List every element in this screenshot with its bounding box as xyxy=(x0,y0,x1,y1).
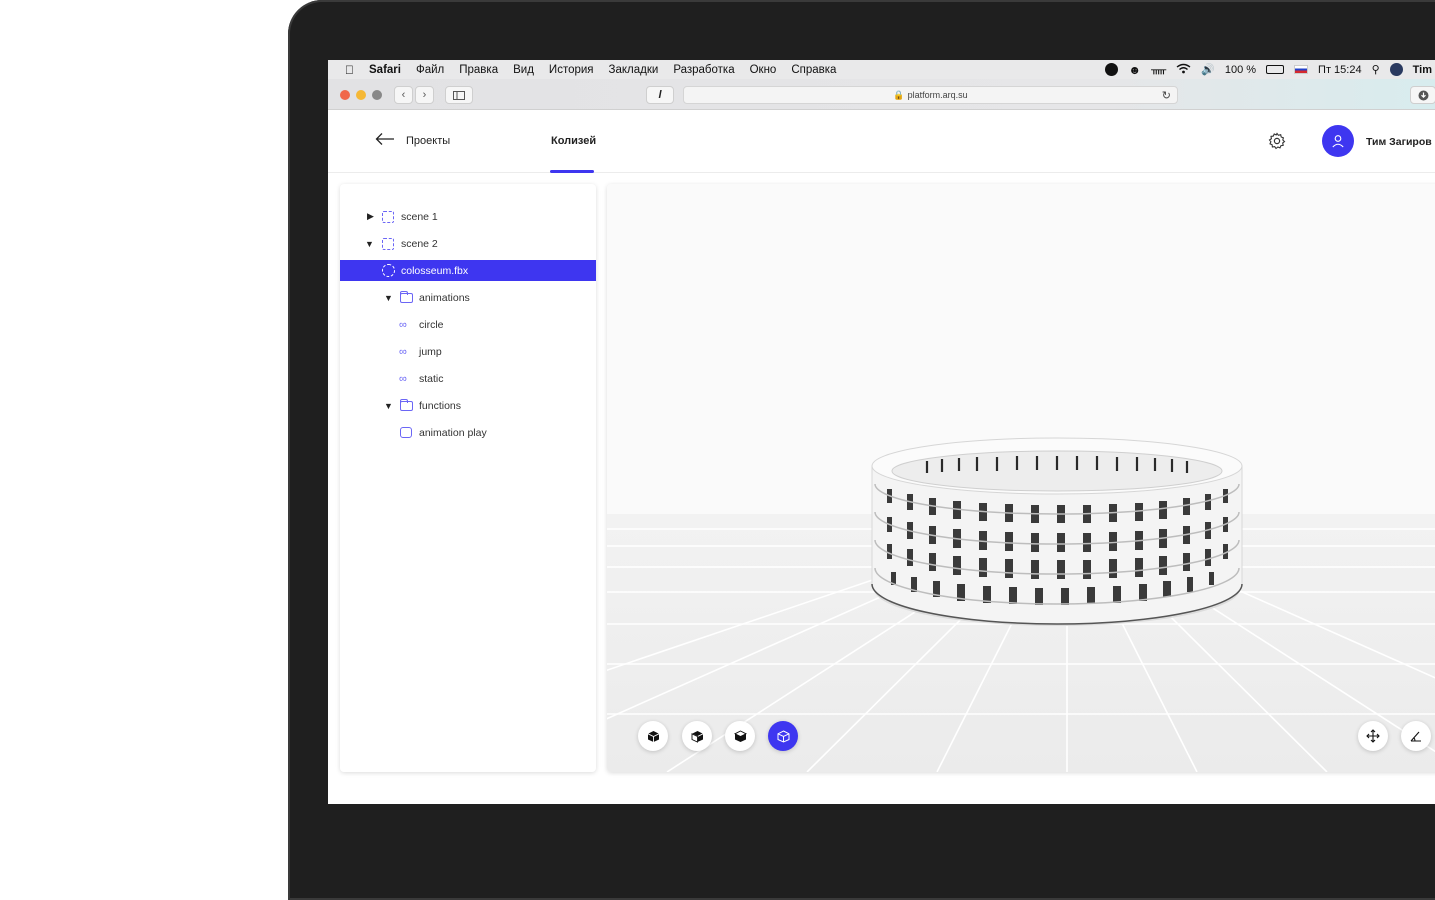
scene-icon xyxy=(382,210,394,223)
tree-item-functions[interactable]: ▼ functions xyxy=(340,395,596,416)
user-avatar[interactable] xyxy=(1322,125,1354,157)
wifi-icon[interactable] xyxy=(1176,63,1191,77)
menu-help[interactable]: Справка xyxy=(791,64,836,76)
menubar-user-name[interactable]: Tim xyxy=(1413,64,1432,76)
animation-icon: ∞ xyxy=(399,345,407,358)
minimize-window-icon[interactable] xyxy=(356,90,366,100)
battery-icon[interactable] xyxy=(1266,65,1285,74)
back-nav-button[interactable]: ‹ xyxy=(394,86,413,104)
tree-label: functions xyxy=(419,399,462,412)
url-text: platform.arq.su xyxy=(907,90,968,100)
tree-item-colosseum-fbx[interactable]: colosseum.fbx xyxy=(340,260,596,281)
menu-view[interactable]: Вид xyxy=(513,64,534,76)
sidebar-toggle-button[interactable] xyxy=(445,86,473,104)
tree-label: colosseum.fbx xyxy=(401,264,469,277)
projects-link[interactable]: Проекты xyxy=(406,135,450,147)
spotlight-search-icon[interactable]: ⚲ xyxy=(1372,63,1380,76)
menu-history[interactable]: История xyxy=(549,64,594,76)
cube-view-top-icon[interactable] xyxy=(725,721,755,751)
animation-icon: ∞ xyxy=(399,372,407,385)
function-icon xyxy=(400,427,412,438)
menu-app-name[interactable]: Safari xyxy=(369,64,401,76)
scene-tree-panel: ▶ scene 1 ▼ scene 2 colosseum.fbx ▼ anim… xyxy=(340,184,596,772)
tree-label: circle xyxy=(419,318,444,331)
colosseum-model[interactable] xyxy=(871,437,1243,626)
caret-right-icon[interactable]: ▶ xyxy=(367,211,374,222)
cube-view-side-icon[interactable] xyxy=(682,721,712,751)
tree-label: scene 2 xyxy=(401,237,438,250)
bluetooth-icon[interactable]: ᚅ xyxy=(1151,63,1166,76)
tree-item-static[interactable]: ∞ static xyxy=(340,368,596,389)
app-header: Проекты Колизей Тим Загиров xyxy=(328,110,1435,173)
tree-item-scene-2[interactable]: ▼ scene 2 xyxy=(340,233,596,254)
cube-view-perspective-icon[interactable] xyxy=(768,721,798,751)
menu-edit[interactable]: Правка xyxy=(459,64,498,76)
menu-develop[interactable]: Разработка xyxy=(673,64,734,76)
scene-icon xyxy=(382,237,394,250)
lock-icon: 🔒 xyxy=(893,89,905,100)
clock[interactable]: Пт 15:24 xyxy=(1318,64,1362,76)
model-icon xyxy=(382,264,395,277)
tab-colosseum[interactable]: Колизей xyxy=(551,135,596,147)
folder-icon xyxy=(400,399,413,411)
3d-viewport[interactable] xyxy=(607,184,1435,772)
tree-item-animations[interactable]: ▼ animations xyxy=(340,287,596,308)
reload-icon[interactable]: ↻ xyxy=(1162,89,1171,102)
tree-label: static xyxy=(419,372,444,385)
user-avatar-icon[interactable] xyxy=(1389,63,1403,76)
mac-menubar:  Safari Файл Правка Вид История Закладк… xyxy=(328,60,1435,79)
caret-down-icon[interactable]: ▼ xyxy=(384,401,393,411)
tree-label: scene 1 xyxy=(401,210,438,223)
close-window-icon[interactable] xyxy=(340,90,350,100)
browser-toolbar: ‹ › l ≡ 🔒 platform.arq.su ↻ xyxy=(328,79,1435,110)
settings-gear-icon[interactable] xyxy=(1268,132,1286,155)
menu-file[interactable]: Файл xyxy=(416,64,444,76)
apple-icon[interactable]:  xyxy=(345,63,354,77)
screen:  Safari Файл Правка Вид История Закладк… xyxy=(328,60,1435,804)
forward-nav-button[interactable]: › xyxy=(415,86,434,104)
input-source-flag-icon[interactable] xyxy=(1294,65,1309,74)
tree-item-circle[interactable]: ∞ circle xyxy=(340,314,596,335)
tree-item-scene-1[interactable]: ▶ scene 1 xyxy=(340,206,596,227)
folder-icon xyxy=(400,291,413,303)
tree-item-animation-play[interactable]: animation play xyxy=(340,422,596,443)
tree-label: jump xyxy=(419,345,442,358)
active-tab-indicator xyxy=(550,170,594,173)
tree-label: animations xyxy=(419,291,470,304)
volume-icon[interactable]: 🔊 xyxy=(1201,63,1215,76)
back-arrow-icon[interactable] xyxy=(375,131,395,151)
menu-window[interactable]: Окно xyxy=(750,64,777,76)
menu-bookmarks[interactable]: Закладки xyxy=(609,64,659,76)
tree-label: animation play xyxy=(419,426,487,439)
zoom-window-icon[interactable] xyxy=(372,90,382,100)
viewport-scene xyxy=(607,184,1435,772)
measure-icon[interactable] xyxy=(1401,721,1431,751)
user-name[interactable]: Тим Загиров xyxy=(1366,136,1432,148)
move-icon[interactable] xyxy=(1358,721,1388,751)
animation-icon: ∞ xyxy=(399,318,407,331)
address-bar[interactable]: 🔒 platform.arq.su ↻ xyxy=(683,86,1178,104)
tree-item-jump[interactable]: ∞ jump xyxy=(340,341,596,362)
downloads-button[interactable] xyxy=(1410,86,1435,104)
status-app-icon[interactable] xyxy=(1105,63,1119,76)
creative-cloud-icon[interactable]: ☻ xyxy=(1128,63,1141,77)
battery-percent: 100 % xyxy=(1224,63,1257,76)
cube-view-front-icon[interactable] xyxy=(638,721,668,751)
caret-down-icon[interactable]: ▼ xyxy=(384,293,393,303)
caret-down-icon[interactable]: ▼ xyxy=(365,239,374,249)
tab-favicon[interactable]: l xyxy=(646,86,674,104)
